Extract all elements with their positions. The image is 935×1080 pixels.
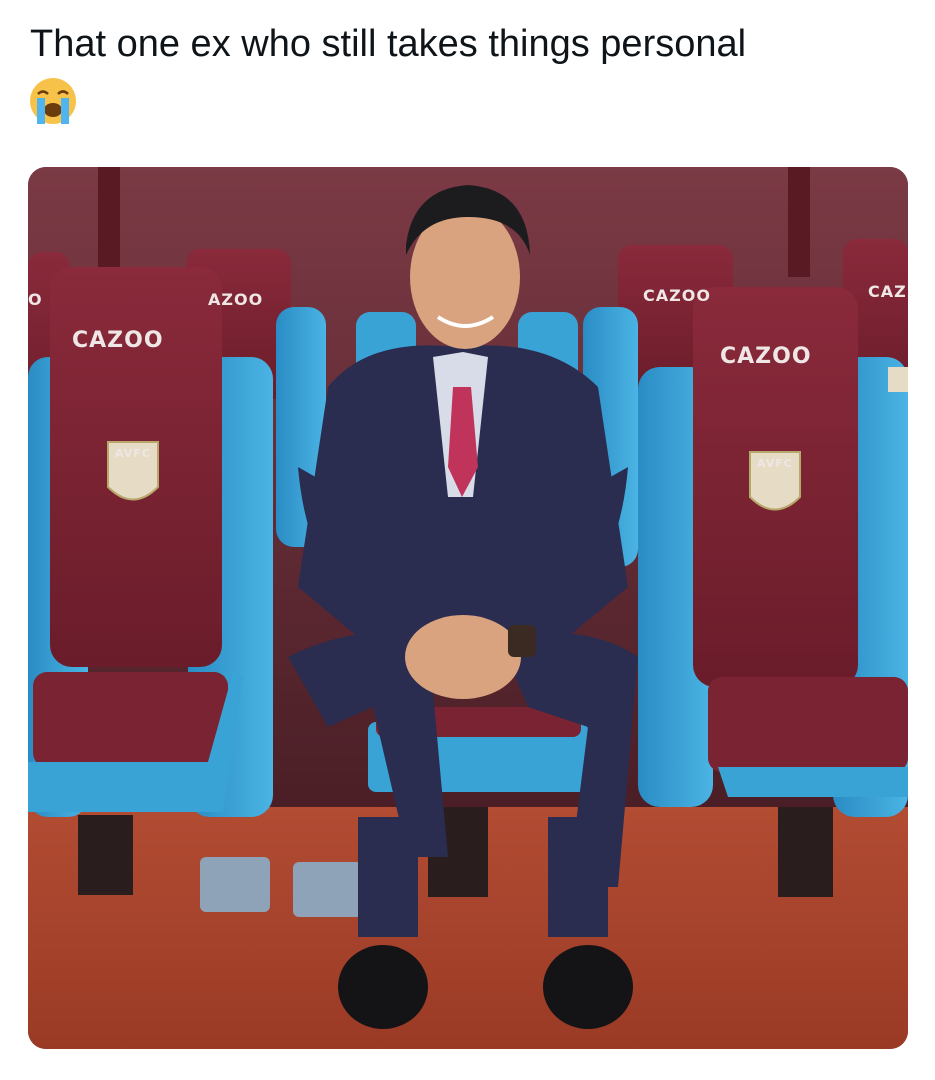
seat-sponsor-label: CAZOO [72, 328, 164, 353]
meme-photo: O CAZOO AZOO CAZOO CAZOO CAZ AVFC AVFC [28, 167, 908, 1049]
seat-sponsor-label: CAZ [868, 282, 907, 301]
post-text: That one ex who still takes things perso… [30, 23, 747, 65]
floor-box [200, 857, 270, 912]
seat-sponsor-label: O [28, 290, 43, 309]
crest-label: AVFC [115, 447, 151, 460]
seat-sponsor-label: CAZOO [643, 286, 711, 305]
seat-sponsor-label: CAZOO [720, 344, 812, 369]
seat-sponsor-label: AZOO [208, 290, 263, 309]
loudly-crying-face-icon [28, 76, 78, 126]
crest-label: AVFC [757, 457, 793, 470]
